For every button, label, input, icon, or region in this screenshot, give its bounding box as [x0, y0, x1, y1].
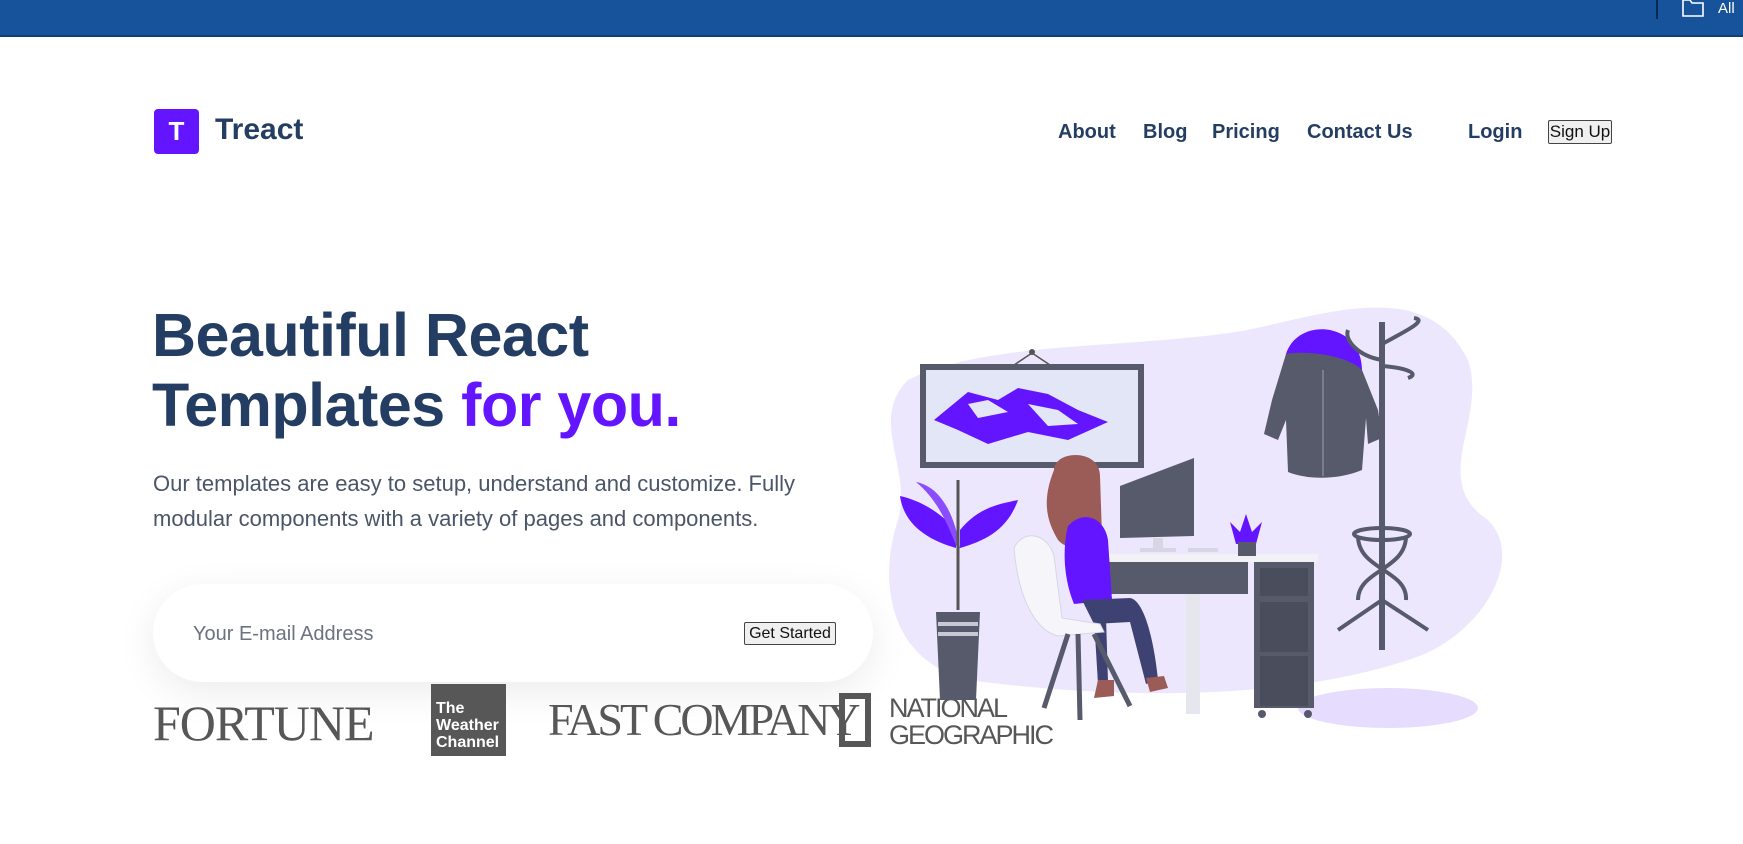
browser-bookmark-bar: All	[0, 0, 1743, 37]
woman-top	[1064, 517, 1112, 604]
weather-line2: Weather	[436, 717, 499, 734]
floor-shadow	[1298, 688, 1478, 728]
national-geographic-frame-icon	[839, 693, 871, 747]
email-signup-form: Get Started	[153, 584, 873, 682]
woman-at-desk-illustration	[889, 307, 1503, 728]
weather-line3: Channel	[436, 734, 500, 751]
hero-title-line2: Templates	[152, 371, 445, 439]
nav-login[interactable]: Login	[1468, 120, 1522, 144]
nav-about[interactable]: About	[1058, 120, 1116, 144]
brand-name[interactable]: Treact	[215, 113, 303, 147]
weather-channel-logo: The Weather Channel	[431, 684, 506, 756]
folder-icon[interactable]	[1681, 0, 1705, 18]
get-started-button[interactable]: Get Started	[744, 622, 836, 645]
hero-title-line1: Beautiful React	[152, 301, 589, 369]
hero-description: Our templates are easy to setup, underst…	[153, 471, 795, 531]
nav-blog[interactable]: Blog	[1143, 120, 1187, 144]
fortune-logo: FORTUNE	[153, 695, 375, 751]
nav-contact-us[interactable]: Contact Us	[1307, 120, 1413, 144]
hero-title-accent: for you.	[461, 371, 681, 439]
desk	[1098, 554, 1318, 562]
all-bookmarks-label[interactable]: All	[1718, 0, 1735, 18]
nav-pricing[interactable]: Pricing	[1212, 120, 1280, 144]
bookmark-separator	[1656, 0, 1658, 19]
hero-title: Beautiful React Templates for you.	[152, 300, 681, 440]
weather-line1: The	[436, 700, 465, 717]
fast-company-logo: FAST COMPANY	[548, 694, 861, 745]
signup-button[interactable]: Sign Up	[1548, 120, 1612, 144]
logo-icon[interactable]: T	[154, 109, 199, 154]
email-input[interactable]	[191, 618, 675, 650]
